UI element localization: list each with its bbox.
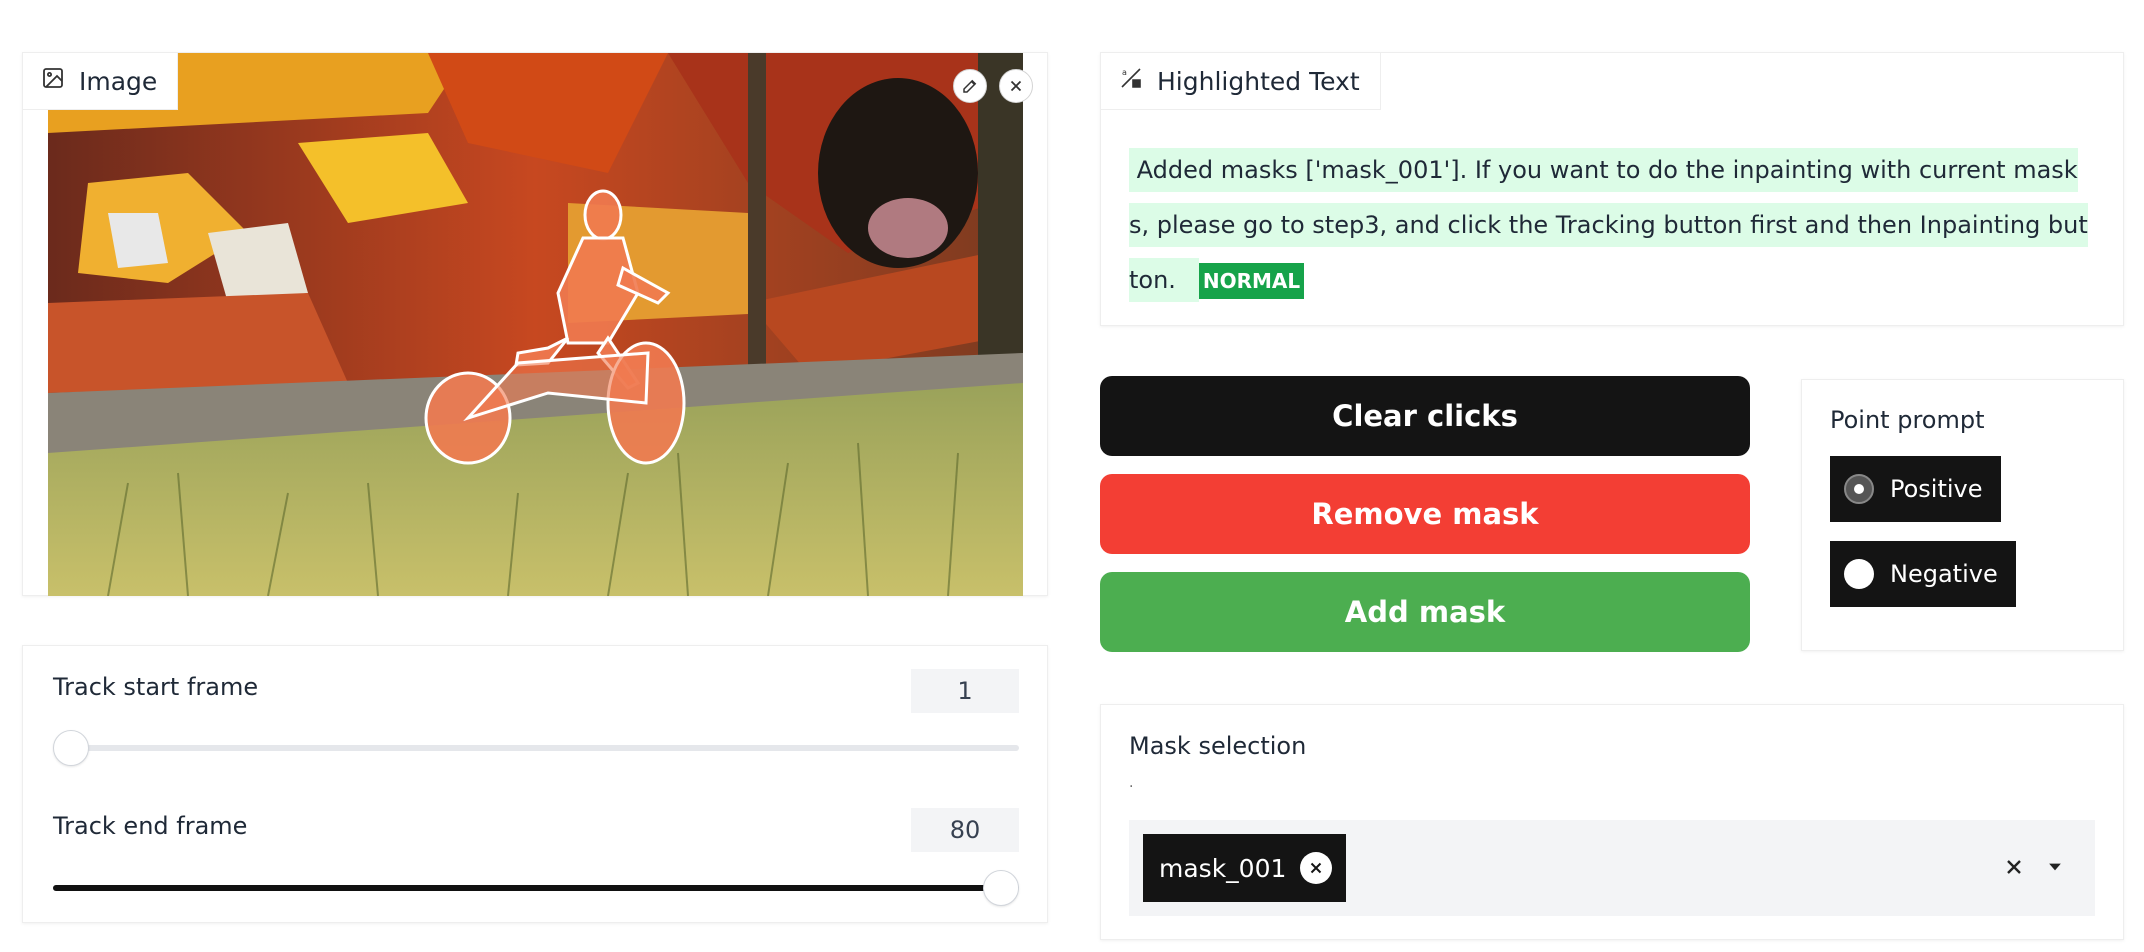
clear-selection-button[interactable] (1999, 850, 2029, 884)
edit-image-button[interactable] (953, 69, 987, 103)
track-start-input[interactable]: 1 (911, 669, 1019, 713)
close-icon (1007, 77, 1025, 95)
highlighted-text-block-label: a Highlighted Text (1101, 53, 1381, 110)
add-mask-button[interactable]: Add mask (1100, 572, 1750, 652)
mask-chip: mask_001 (1143, 834, 1347, 902)
highlight-text-icon: a (1119, 66, 1143, 96)
clear-clicks-button[interactable]: Clear clicks (1100, 376, 1750, 456)
radio-label-positive: Positive (1890, 475, 1983, 503)
tracking-frame-panel: Track start frame 1 Track end frame 80 (22, 645, 1048, 923)
radio-checked-icon (1844, 474, 1874, 504)
radio-unchecked-icon (1844, 559, 1874, 589)
video-frame-canvas[interactable] (48, 53, 1023, 596)
track-start-slider-group: Track start frame 1 (53, 669, 1019, 783)
mask-selection-panel: Mask selection . mask_001 (1100, 704, 2124, 940)
mask-selection-hint: . (1129, 775, 1134, 791)
image-icon (41, 66, 65, 96)
highlighted-text-content: Added masks ['mask_001']. If you want to… (1129, 143, 2093, 309)
chevron-down-icon (2045, 857, 2065, 877)
track-start-slider[interactable] (53, 730, 1019, 766)
remove-mask-button[interactable]: Remove mask (1100, 474, 1750, 554)
mask-selection-label: Mask selection (1129, 732, 1307, 760)
track-end-fill (53, 885, 1019, 891)
track-end-slider[interactable] (53, 870, 1019, 906)
track-end-slider-group: Track end frame 80 (53, 808, 1019, 922)
highlighted-text-label: Highlighted Text (1157, 66, 1360, 96)
track-end-thumb[interactable] (983, 870, 1019, 906)
point-prompt-panel: Point prompt Positive Negative (1801, 379, 2124, 651)
dropdown-toggle[interactable] (2043, 850, 2067, 884)
track-end-label: Track end frame (53, 812, 248, 840)
close-image-button[interactable] (999, 69, 1033, 103)
mask-multiselect[interactable]: mask_001 (1129, 820, 2095, 916)
track-start-thumb[interactable] (53, 730, 89, 766)
remove-chip-button[interactable] (1300, 852, 1333, 884)
highlighted-text-panel: a Highlighted Text Added masks ['mask_00… (1100, 52, 2124, 326)
image-block-label: Image (23, 53, 179, 110)
track-end-input[interactable]: 80 (911, 808, 1019, 852)
pencil-icon (961, 77, 979, 95)
radio-option-negative[interactable]: Negative (1830, 541, 2016, 607)
highlighted-tag: NORMAL (1198, 263, 1305, 299)
point-prompt-label: Point prompt (1830, 406, 1985, 434)
image-label-text: Image (79, 66, 158, 96)
svg-text:a: a (1122, 68, 1127, 77)
radio-option-positive[interactable]: Positive (1830, 456, 2001, 522)
image-panel: Image (22, 52, 1048, 596)
track-start-label: Track start frame (53, 673, 259, 701)
close-circle-icon (1307, 859, 1325, 877)
close-icon (2002, 855, 2026, 879)
radio-label-negative: Negative (1890, 560, 1998, 588)
mask-chip-label: mask_001 (1159, 853, 1287, 883)
